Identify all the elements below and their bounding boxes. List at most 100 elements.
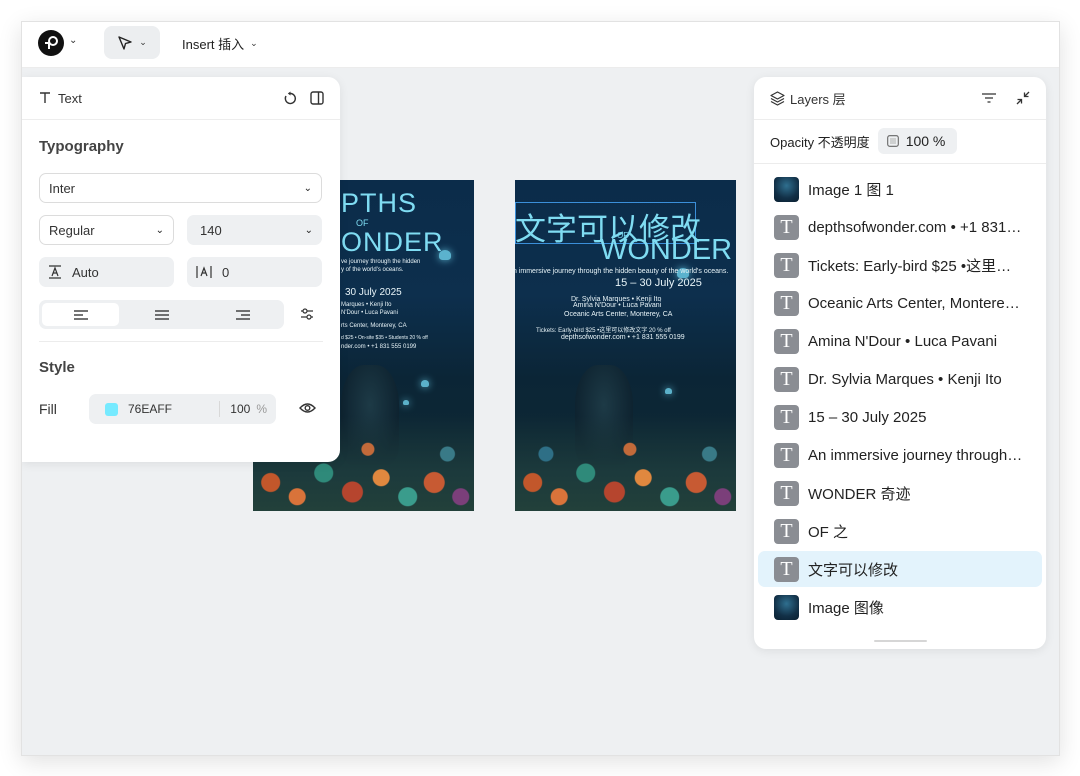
font-weight-value: Regular [49, 222, 95, 238]
text-panel-header: Text [22, 77, 340, 120]
align-center-icon [154, 309, 169, 320]
chevron-down-icon: ⌄ [304, 224, 313, 236]
fill-separator [219, 401, 221, 417]
text-layer-icon: T [774, 328, 799, 354]
panel-toggle-icon[interactable] [310, 91, 324, 105]
layers-panel: Layers 层 Opacity 不透明度 100 % Image 1 图 1 T… [754, 77, 1046, 649]
line-height-icon [49, 265, 61, 279]
chevron-down-icon: ⌄ [250, 37, 258, 48]
layer-row[interactable]: Tdepthsofwonder.com • +1 831 555 0199 [758, 209, 1042, 245]
line-height-field[interactable]: Auto [39, 257, 174, 287]
align-center-button[interactable] [123, 303, 200, 326]
poster-wonder: WONDER [600, 234, 733, 266]
fill-color-field[interactable]: 76EAFF 100 % [89, 394, 276, 424]
align-right-icon [235, 309, 250, 320]
layer-row[interactable]: T WONDER 奇迹 [758, 475, 1042, 511]
fill-label: Fill [39, 401, 57, 417]
layer-row[interactable]: T 15 – 30 July 2025 [758, 399, 1042, 435]
letter-spacing-value: 0 [222, 264, 230, 280]
fill-hex-value[interactable]: 76EAFF [128, 402, 172, 416]
opacity-value: 100 % [905, 133, 946, 149]
chevron-down-icon: ⌄ [155, 224, 164, 236]
select-tool-button[interactable]: ⌄ [104, 26, 160, 59]
text-layer-icon: T [774, 442, 799, 468]
collapse-icon[interactable] [1016, 91, 1030, 105]
layer-label: depthsofwonder.com • +1 831 555 0199 [808, 218, 1023, 236]
font-weight-select[interactable]: Regular ⌄ [39, 215, 174, 245]
fill-opacity-value[interactable]: 100 [230, 402, 250, 416]
layer-row[interactable]: T Oceanic Arts Center, Monterey, CA [758, 285, 1042, 321]
poster-title-line2: ONDER [341, 227, 444, 257]
poster-speakers-2: N'Dour • Luca Pavani [341, 310, 398, 316]
image-thumbnail-icon [774, 176, 799, 202]
layer-row[interactable]: T An immersive journey through the hidden… [758, 437, 1042, 473]
layer-row[interactable]: T Tickets: Early-bird $25 •这里可以修改文字 20 % … [758, 247, 1042, 283]
opacity-field[interactable]: 100 % [877, 128, 958, 154]
align-left-button[interactable] [42, 303, 119, 326]
layer-label: An immersive journey through the hidden … [808, 446, 1023, 464]
style-heading: Style [39, 359, 75, 376]
coral-reef [515, 416, 736, 511]
filter-icon[interactable] [982, 93, 996, 103]
align-right-button[interactable] [204, 303, 281, 326]
layer-row[interactable]: Image 1 图 1 [758, 171, 1042, 207]
layer-row[interactable]: T 文字可以修改 [758, 551, 1042, 587]
poster-tagline-2: y of the world's oceans. [341, 267, 404, 273]
poster-right[interactable]: 文字可以修改 OF WONDER n immersive journey thr… [513, 180, 736, 511]
jellyfish-icon [403, 400, 409, 405]
text-layer-icon: T [774, 480, 799, 506]
image-thumbnail-icon [774, 594, 799, 620]
insert-label: Insert 插入 [182, 36, 245, 52]
text-panel-title: Text [58, 90, 82, 106]
layer-row[interactable]: T Dr. Sylvia Marques • Kenji Ito [758, 361, 1042, 397]
letter-spacing-icon [196, 266, 212, 278]
line-height-value: Auto [72, 264, 99, 280]
poster-title-line1: PTHS [341, 188, 418, 218]
font-size-value: 140 [200, 222, 222, 238]
eye-visibility-icon[interactable] [299, 401, 316, 415]
fill-color-swatch[interactable] [105, 402, 118, 416]
text-layer-icon: T [774, 214, 799, 240]
text-layer-icon: T [774, 366, 799, 392]
app-logo-icon[interactable] [38, 30, 64, 56]
text-settings-icon[interactable] [300, 307, 314, 321]
chevron-down-icon[interactable]: ⌄ [69, 35, 77, 46]
jellyfish-icon [439, 250, 451, 260]
layer-label: Dr. Sylvia Marques • Kenji Ito [808, 370, 1002, 388]
text-layer-icon: T [774, 556, 799, 582]
layers-panel-title: Layers 层 [790, 91, 846, 107]
layer-label: Tickets: Early-bird $25 •这里可以修改文字 20 % o… [808, 257, 1023, 275]
poster-dates: 30 July 2025 [345, 287, 402, 298]
opacity-label: Opacity 不透明度 [770, 134, 870, 150]
top-toolbar: ⌄ ⌄ Insert 插入 ⌄ [22, 22, 1059, 68]
font-family-select[interactable]: Inter ⌄ [39, 173, 322, 203]
poster-tickets: d $25 • On-site $35 • Students 20 % off [341, 335, 428, 341]
layer-label: WONDER 奇迹 [808, 485, 911, 503]
layer-row[interactable]: T Amina N'Dour • Luca Pavani [758, 323, 1042, 359]
text-layer-icon: T [774, 518, 799, 544]
text-tool-icon [40, 92, 50, 103]
poster-tagline-1: ve journey through the hidden [341, 259, 421, 265]
scroll-indicator[interactable] [874, 640, 927, 642]
poster-speakers-2: Amina N'Dour • Luca Pavani [573, 302, 662, 309]
reset-icon[interactable] [283, 91, 298, 106]
typography-heading: Typography [39, 138, 124, 155]
text-layer-icon: T [774, 252, 799, 278]
text-layer-icon: T [774, 290, 799, 316]
font-size-select[interactable]: 140 ⌄ [187, 215, 322, 245]
letter-spacing-field[interactable]: 0 [187, 257, 322, 287]
layers-panel-header: Layers 层 [754, 77, 1046, 120]
insert-menu-button[interactable]: Insert 插入 ⌄ [174, 32, 266, 54]
align-left-icon [73, 309, 88, 320]
poster-speakers-1: Marques • Kenji Ito [341, 302, 392, 308]
poster-dates: 15 – 30 July 2025 [615, 277, 702, 289]
jellyfish-icon [421, 380, 429, 387]
layer-row[interactable]: T OF 之 [758, 513, 1042, 549]
cursor-icon [118, 35, 132, 50]
layer-row[interactable]: Image 图像 [758, 589, 1042, 625]
percent-sign: % [256, 402, 267, 416]
opacity-icon [886, 135, 899, 147]
poster-contact: depthsofwonder.com • +1 831 555 0199 [561, 334, 685, 341]
layer-label: Image 图像 [808, 599, 884, 617]
poster-venue: Oceanic Arts Center, Monterey, CA [564, 311, 673, 318]
